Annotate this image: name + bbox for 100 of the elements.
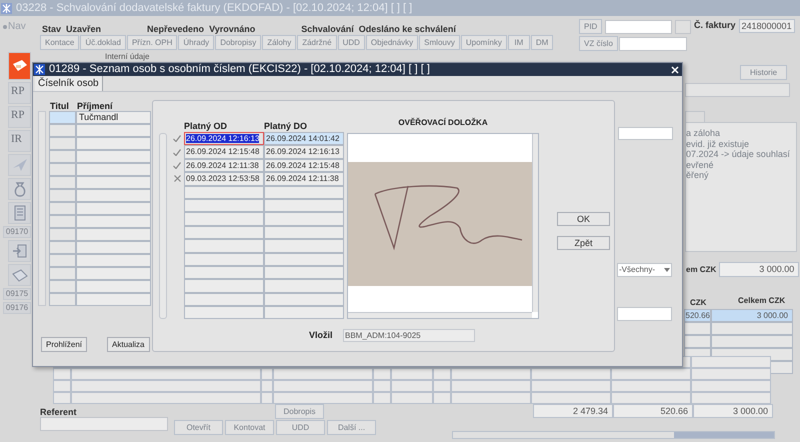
status-label: Nepřevedeno xyxy=(147,23,204,36)
caret-icon xyxy=(664,268,670,272)
dobropis-button[interactable]: Dobropis xyxy=(275,404,324,419)
vz-button[interactable]: VZ číslo xyxy=(579,36,618,51)
sidebar-item[interactable]: IR xyxy=(8,130,31,152)
table-cell xyxy=(49,137,76,150)
table-cell: 3 000.00 xyxy=(711,309,793,322)
table-cell xyxy=(53,380,71,392)
note-line: ěřený xyxy=(686,170,710,180)
date-field[interactable]: 26.09.2024 12:15:48 xyxy=(184,145,264,159)
tab[interactable]: Číselník osob xyxy=(35,76,103,91)
total-field[interactable]: 520.66 xyxy=(613,404,693,418)
date-field[interactable]: 26.09.2024 12:16:13 xyxy=(184,132,264,146)
note-line: a záloha xyxy=(686,128,722,138)
toolbar-button[interactable]: Smlouvy xyxy=(419,35,460,50)
scrollbar[interactable] xyxy=(38,111,46,306)
app-logo-icon xyxy=(1,2,12,14)
date-field[interactable]: 26.09.2024 14:01:42 xyxy=(264,132,344,146)
total-field[interactable]: 3 000.00 xyxy=(693,404,773,418)
table-cell xyxy=(49,215,76,228)
date-field[interactable]: 09.03.2023 12:53:58 xyxy=(184,172,264,186)
toolbar-button[interactable]: Přízn. OPH xyxy=(126,35,178,50)
toolbar-button[interactable]: Úč.doklad xyxy=(80,35,126,50)
inserted-by-label: Vložil xyxy=(309,329,334,342)
toolbar-button[interactable]: UDD xyxy=(338,35,365,50)
table-cell xyxy=(49,189,76,202)
toolbar-button[interactable]: Dobropisy xyxy=(215,35,262,50)
toolbar-button[interactable]: Objednávky xyxy=(366,35,418,50)
text-field[interactable] xyxy=(618,127,673,140)
toolbar-button[interactable]: Kontace xyxy=(40,35,80,50)
pid-field[interactable] xyxy=(605,20,672,34)
toolbar-button[interactable]: Upomínky xyxy=(460,35,507,50)
filter-dropdown[interactable]: -Všechny- xyxy=(617,263,672,277)
plane-icon[interactable] xyxy=(8,154,31,176)
table-cell: 520.66 xyxy=(684,309,711,322)
table-cell xyxy=(49,163,76,176)
history-button[interactable]: Historie xyxy=(740,65,787,80)
table-cell xyxy=(373,392,391,404)
cross-icon xyxy=(174,175,180,182)
referent-field[interactable] xyxy=(40,417,168,431)
dropdown[interactable] xyxy=(685,83,790,97)
column-header: Platný DO xyxy=(264,120,308,133)
toolbar-button[interactable]: IM xyxy=(508,35,530,50)
inserted-by-field: BBM_ADM:104-9025 xyxy=(343,329,475,342)
invoice-field[interactable]: 2418000001 xyxy=(738,19,795,33)
table-cell: Tučmandl xyxy=(76,111,151,124)
table-cell xyxy=(49,293,76,306)
dialog-button[interactable]: Zpět xyxy=(557,236,610,250)
column-header: Titul xyxy=(50,100,70,113)
sidebar-item[interactable]: 09176 xyxy=(3,302,31,314)
table-cell xyxy=(261,392,273,404)
table-cell xyxy=(49,254,76,267)
total-field[interactable]: 2 479.34 xyxy=(533,404,613,418)
sidebar-item[interactable]: 09175 xyxy=(3,288,31,300)
action-button[interactable]: Otevřít xyxy=(174,420,223,435)
date-field[interactable]: 26.09.2024 12:11:38 xyxy=(264,172,344,186)
column-header: Celkem CZK xyxy=(738,295,786,307)
action-button[interactable]: Kontovat xyxy=(225,420,274,435)
action-button[interactable]: Další ... xyxy=(327,420,376,435)
close-icon[interactable] xyxy=(671,66,679,74)
pid-button[interactable]: PID xyxy=(579,19,602,34)
table-cell xyxy=(49,202,76,215)
nav-button[interactable]: Nav xyxy=(3,19,26,34)
scrollbar[interactable] xyxy=(532,134,538,312)
dialog-button[interactable]: OK xyxy=(557,212,610,226)
date-field[interactable]: 26.09.2024 12:11:38 xyxy=(184,158,264,172)
status-value: Vyrovnáno xyxy=(209,23,256,36)
vz-field[interactable] xyxy=(618,36,687,50)
table-cell xyxy=(53,392,71,404)
section-label: Interní údaje xyxy=(105,52,150,61)
dropdown[interactable] xyxy=(617,307,672,321)
sidebar-item[interactable]: 09170 xyxy=(3,226,31,238)
scrollbar[interactable] xyxy=(452,431,775,439)
form-button[interactable]: Aktualiza xyxy=(107,337,150,352)
column-header: Platný OD xyxy=(184,120,228,133)
form-button[interactable]: Prohlížení xyxy=(41,337,88,352)
table-cell xyxy=(49,124,76,137)
table-cell xyxy=(49,241,76,254)
column-header: Příjmení xyxy=(77,100,113,113)
action-button[interactable]: UDD xyxy=(276,420,325,435)
dialog-title: OVĚŘOVACÍ DOLOŽKA xyxy=(397,117,489,129)
status-value: Uzavřen xyxy=(66,23,102,36)
total-field[interactable]: 3 000.00 xyxy=(719,262,800,277)
sidebar-item[interactable]: RP xyxy=(8,106,31,128)
toolbar-button[interactable]: Zálohy xyxy=(262,35,296,50)
date-field[interactable]: 26.09.2024 12:15:48 xyxy=(264,158,344,172)
toolbar-button[interactable]: Úhrady xyxy=(178,35,214,50)
scrollbar[interactable] xyxy=(159,133,167,319)
sidebar-item[interactable]: RP xyxy=(8,82,31,104)
invoice-label: Č. faktury xyxy=(694,19,736,32)
note-line: evid. již existuje xyxy=(686,138,750,149)
date-field[interactable]: 26.09.2024 12:16:13 xyxy=(264,145,344,159)
status-label: Schvalování xyxy=(301,23,354,36)
document-icon[interactable] xyxy=(8,202,31,224)
toolbar-button[interactable]: DM xyxy=(530,35,554,50)
toolbar-button[interactable]: Zádržné xyxy=(297,35,337,50)
column-header: CZK xyxy=(690,297,706,309)
tab[interactable] xyxy=(685,111,705,123)
table-cell xyxy=(433,380,451,392)
scrollbar[interactable] xyxy=(348,312,532,318)
